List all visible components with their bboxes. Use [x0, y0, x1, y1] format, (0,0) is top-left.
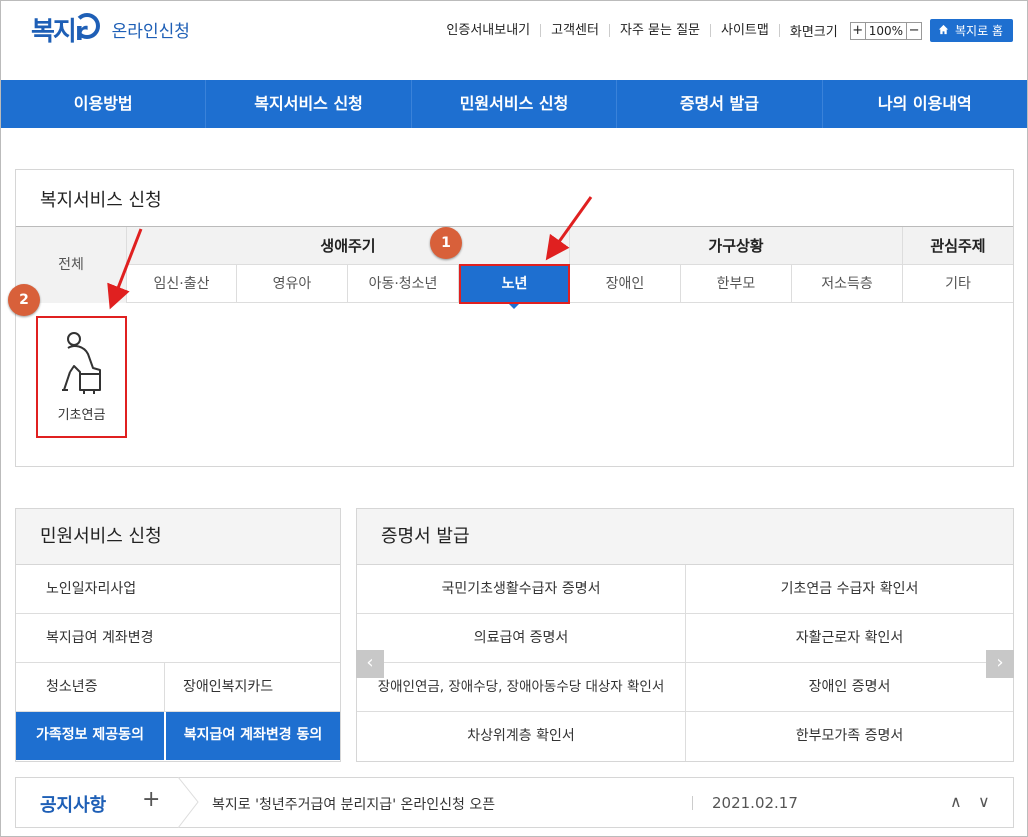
cert-panel-title: 증명서 발급 — [357, 509, 1013, 565]
cert-single-parent-family[interactable]: 한부모가족 증명서 — [686, 712, 1013, 761]
cert-grid: 국민기초생활수급자 증명서 기초연금 수급자 확인서 의료급여 증명서 자활근로… — [357, 565, 1013, 761]
notice-separator — [692, 796, 693, 810]
notice-date: 2021.02.17 — [712, 794, 798, 812]
civil-item-disability-card[interactable]: 장애인복지카드 — [165, 663, 340, 712]
annotation-arrow-2 — [107, 228, 143, 310]
step-badge-1: 1 — [430, 227, 462, 259]
notice-down-button[interactable]: ∨ — [978, 792, 990, 811]
chevron-right-icon — [177, 777, 199, 828]
civil-split-row: 청소년증 장애인복지카드 — [16, 663, 340, 712]
account-change-consent-button[interactable]: 복지급여 계좌변경 동의 — [166, 712, 340, 760]
cert-basic-livelihood[interactable]: 국민기초생활수급자 증명서 — [357, 565, 686, 614]
cert-medical-aid[interactable]: 의료급여 증명서 — [357, 614, 686, 663]
cert-self-support-worker[interactable]: 자활근로자 확인서 — [686, 614, 1013, 663]
certificate-panel: 증명서 발급 국민기초생활수급자 증명서 기초연금 수급자 확인서 의료급여 증… — [356, 508, 1014, 762]
cert-near-poverty[interactable]: 차상위계층 확인서 — [357, 712, 686, 761]
civil-item-senior-jobs[interactable]: 노인일자리사업 — [16, 565, 340, 614]
cert-next-button[interactable]: › — [986, 650, 1014, 678]
cert-disability-pension[interactable]: 장애인연금, 장애수당, 장애아동수당 대상자 확인서 — [357, 663, 686, 712]
civil-panel-title: 민원서비스 신청 — [16, 509, 340, 565]
cert-basic-pension[interactable]: 기초연금 수급자 확인서 — [686, 565, 1013, 614]
civil-item-account-change[interactable]: 복지급여 계좌변경 — [16, 614, 340, 663]
civil-button-row: 가족정보 제공동의 복지급여 계좌변경 동의 — [16, 712, 340, 760]
cert-prev-button[interactable]: ‹ — [356, 650, 384, 678]
cert-disabled-person[interactable]: 장애인 증명서 — [686, 663, 1013, 712]
civil-item-youth-card[interactable]: 청소년증 — [16, 663, 165, 712]
annotation-arrow-1 — [545, 196, 593, 261]
notice-bar: 공지사항 + 복지로 '청년주거급여 분리지급' 온라인신청 오픈 2021.0… — [15, 777, 1014, 828]
step-badge-2: 2 — [8, 284, 40, 316]
notice-headline[interactable]: 복지로 '청년주거급여 분리지급' 온라인신청 오픈 — [212, 794, 495, 814]
civil-service-panel: 민원서비스 신청 노인일자리사업 복지급여 계좌변경 청소년증 장애인복지카드 … — [15, 508, 341, 762]
notice-up-button[interactable]: ∧ — [950, 792, 962, 811]
family-info-consent-button[interactable]: 가족정보 제공동의 — [16, 712, 164, 760]
notice-title: 공지사항 — [40, 795, 107, 816]
notice-more-button[interactable]: + — [142, 787, 160, 812]
